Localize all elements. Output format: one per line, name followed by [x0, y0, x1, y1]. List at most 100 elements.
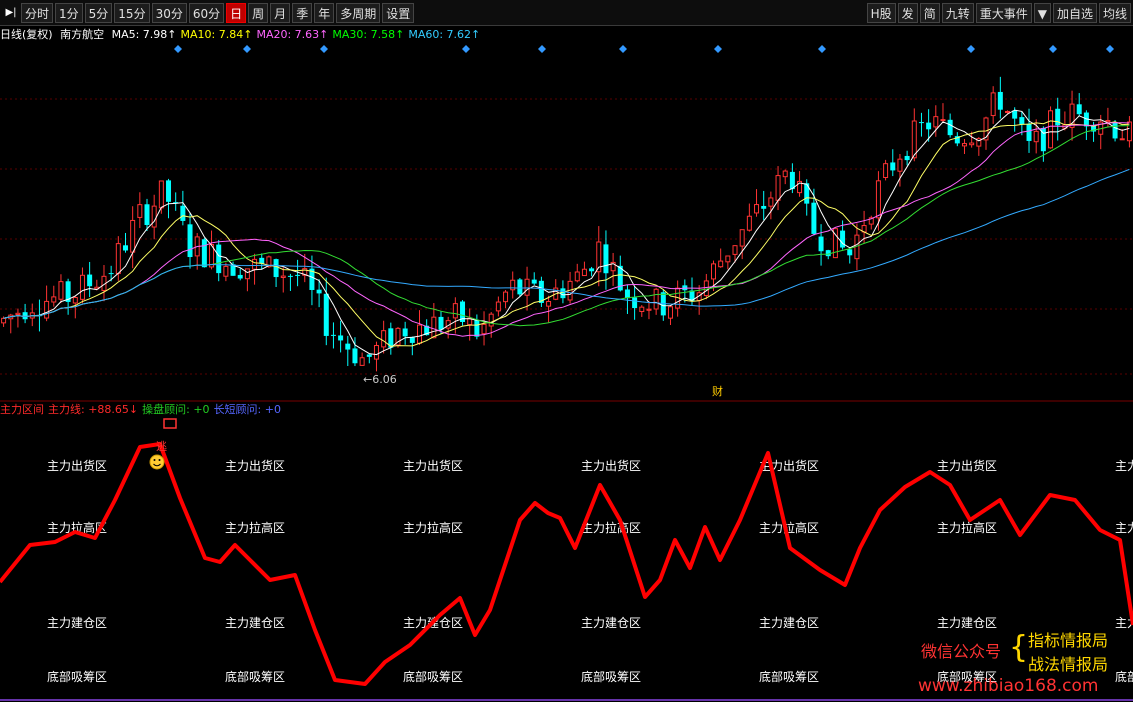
- candle-body: [280, 275, 286, 278]
- period-tab-2[interactable]: 5分: [84, 2, 113, 23]
- candle-body: [911, 120, 917, 159]
- zone-label: 主力建仓区: [581, 616, 641, 630]
- candle-body: [402, 328, 408, 337]
- wechat-label: 微信公众号: [921, 642, 1002, 661]
- candle-body: [1076, 104, 1082, 115]
- candle-body: [503, 291, 509, 303]
- period-tab-1[interactable]: 1分: [55, 2, 83, 23]
- ma20-line: [3, 122, 1130, 337]
- toolbar-button-3[interactable]: 九转: [941, 2, 974, 23]
- period-tab-8[interactable]: 月: [270, 2, 291, 23]
- toolbar-button-0[interactable]: H股: [866, 2, 896, 23]
- period-tab-9[interactable]: 季: [292, 2, 313, 23]
- candle-body: [223, 265, 229, 277]
- watermark-name-2: 战法情报局: [1028, 655, 1109, 674]
- candle-body: [137, 204, 143, 218]
- candle-body: [366, 354, 372, 357]
- period-tab-10[interactable]: 年: [314, 2, 335, 23]
- candle-body: [624, 289, 630, 299]
- period-tab-6[interactable]: 日: [226, 2, 247, 23]
- period-tab-11[interactable]: 多周期: [336, 2, 381, 23]
- candle-body: [1048, 110, 1054, 149]
- candle-body: [87, 274, 93, 287]
- ma-value-4: MA60: 7.62↑: [408, 28, 481, 41]
- candle-body: [151, 205, 157, 228]
- candle-body: [847, 249, 853, 256]
- toolbar-button-2[interactable]: 简: [919, 2, 940, 23]
- toolbar-button-4[interactable]: 重大事件: [975, 2, 1032, 23]
- indicator-label-1: 主力线: +88.65↓: [48, 403, 139, 416]
- zone-label: 主力拉高区: [403, 520, 463, 535]
- period-tab-12[interactable]: 设置: [382, 2, 415, 23]
- candle-body: [359, 357, 365, 366]
- candle-body: [244, 268, 250, 280]
- zone-label: 主力建仓区: [759, 616, 819, 630]
- candle-body: [287, 275, 293, 277]
- zone-label: 主力拉高区: [1115, 520, 1133, 535]
- toolbar-button-6[interactable]: 加自选: [1052, 2, 1097, 23]
- diamond-marker: [818, 45, 826, 53]
- candle-body: [811, 202, 817, 234]
- stock-name[interactable]: 南方航空: [60, 28, 104, 41]
- candle-body: [323, 293, 329, 336]
- candle-body: [488, 313, 494, 327]
- toolbar-button-7[interactable]: 均线: [1098, 2, 1131, 23]
- candle-body: [316, 289, 322, 294]
- candle-body: [768, 197, 774, 207]
- candle-body: [574, 271, 580, 282]
- candle-body: [1005, 110, 1011, 113]
- zone-label: 主力拉高区: [759, 520, 819, 535]
- candle-body: [589, 268, 595, 272]
- low-price-label: ←6.06: [363, 373, 397, 386]
- watermark-name-1: 指标情报局: [1028, 631, 1109, 650]
- zone-label: 主力出货区: [47, 458, 107, 473]
- watermark-url: www.zhibiao168.com: [918, 676, 1099, 696]
- ma60-line: [3, 168, 1130, 319]
- zone-label: 主力出货区: [403, 458, 463, 473]
- candle-body: [187, 224, 193, 258]
- candle-body: [667, 306, 673, 319]
- candle-body: [237, 274, 243, 279]
- candle-body: [431, 316, 437, 339]
- zone-label: 底部吸筹区: [581, 669, 641, 684]
- candle-body: [775, 175, 781, 201]
- candle-body: [1105, 120, 1111, 123]
- candle-body: [474, 319, 480, 337]
- candle-body: [216, 244, 222, 274]
- candle-body: [330, 334, 336, 336]
- period-toolbar: ▶| 分时 1分 5分 15分 30分 60分日周月季年多周期 设置 H股发简九转 重大事件 ▼…: [0, 0, 1133, 26]
- candle-body: [746, 215, 752, 231]
- indicator-label-3: 长短顾问: +0: [213, 403, 281, 416]
- period-tab-7[interactable]: 周: [248, 2, 269, 23]
- candle-body: [452, 303, 458, 319]
- candle-body: [947, 119, 953, 136]
- candle-body: [997, 91, 1003, 110]
- candle-body: [122, 245, 128, 251]
- period-tab-3[interactable]: 15分: [114, 2, 150, 23]
- event-marker[interactable]: 财: [712, 384, 723, 398]
- diamond-marker: [714, 45, 722, 53]
- period-tab-4[interactable]: 30分: [151, 2, 187, 23]
- candle-body: [352, 348, 358, 364]
- candle-body: [252, 258, 258, 270]
- candle-body: [409, 337, 415, 343]
- candle-body: [295, 274, 301, 276]
- play-back-icon[interactable]: ▶|: [3, 7, 19, 18]
- period-tab-0[interactable]: 分时: [21, 2, 54, 23]
- zone-label: 主力拉高区: [937, 520, 997, 535]
- candlestick-chart[interactable]: ←6.06 财: [0, 44, 1133, 402]
- zone-label: 主力建仓区: [937, 616, 997, 630]
- zone-label: 底部吸筹区: [403, 669, 463, 684]
- candle-body: [108, 273, 114, 275]
- period-tab-5[interactable]: 60分: [188, 2, 225, 23]
- ma-value-2: MA20: 7.63↑: [256, 28, 329, 41]
- diamond-marker: [538, 45, 546, 53]
- candle-body: [961, 143, 967, 147]
- ma-info-bar: 日线(复权) 南方航空 MA5: 7.98↑ MA10: 7.84↑ MA20: 7…: [0, 26, 1133, 44]
- diamond-marker: [1106, 45, 1114, 53]
- candle-body: [416, 324, 422, 344]
- toolbar-button-5[interactable]: ▼: [1033, 2, 1051, 23]
- candle-body: [739, 229, 745, 247]
- zone-label: 底部吸筹区: [225, 669, 285, 684]
- toolbar-button-1[interactable]: 发: [897, 2, 918, 23]
